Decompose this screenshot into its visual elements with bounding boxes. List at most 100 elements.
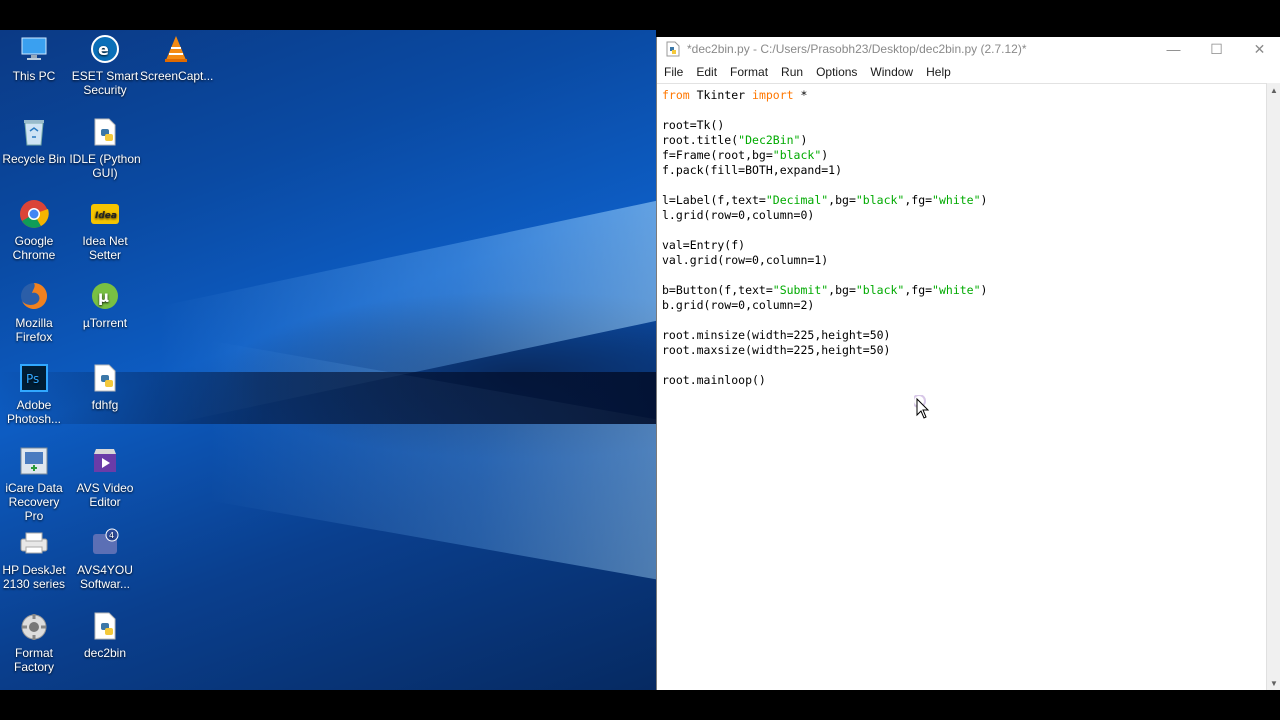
code-token: ) — [980, 283, 988, 297]
close-button[interactable]: ✕ — [1238, 37, 1280, 61]
code-line[interactable] — [662, 313, 1267, 328]
code-line[interactable] — [662, 223, 1267, 238]
code-token: Tkinter — [689, 88, 753, 102]
menu-edit[interactable]: Edit — [691, 65, 725, 79]
minimize-button[interactable]: — — [1152, 37, 1195, 61]
code-token: f=Frame(root,bg= — [662, 148, 773, 162]
code-line[interactable]: val.grid(row=0,column=1) — [662, 253, 1267, 268]
code-line[interactable]: val=Entry(f) — [662, 238, 1267, 253]
avs-video-icon — [88, 444, 122, 478]
code-string: "Dec2Bin" — [738, 133, 801, 147]
code-line[interactable]: b=Button(f,text="Submit",bg="black",fg="… — [662, 283, 1267, 298]
code-string: "black" — [855, 193, 905, 207]
desktop-icon-fdhfg[interactable]: fdhfg — [69, 361, 141, 412]
idle-editor-window[interactable]: *dec2bin.py - C:/Users/Prasobh23/Desktop… — [656, 37, 1280, 690]
scroll-up-icon[interactable]: ▲ — [1267, 83, 1280, 97]
menu-bar: File Edit Format Run Options Window Help — [657, 61, 1280, 83]
svg-text:Idea: Idea — [95, 211, 117, 221]
code-token: root.mainloop() — [662, 373, 766, 387]
avs4you-icon: 4 — [88, 526, 122, 560]
python-idle-icon — [88, 115, 122, 149]
svg-text:e: e — [98, 40, 109, 59]
eset-icon: e — [88, 32, 122, 66]
recycle-bin-icon — [17, 115, 51, 149]
scroll-down-icon[interactable]: ▼ — [1267, 676, 1280, 690]
code-string: "white" — [932, 193, 981, 207]
code-line[interactable]: root.mainloop() — [662, 373, 1267, 388]
desktop-icon-avs4you[interactable]: 4 AVS4YOU Softwar... — [69, 526, 141, 591]
desktop-icon-icare[interactable]: iCare Data Recovery Pro — [0, 444, 70, 523]
desktop-icon-chrome[interactable]: Google Chrome — [0, 197, 70, 262]
code-string: "white" — [932, 283, 981, 297]
code-token: val=Entry(f) — [662, 238, 746, 252]
desktop-icon-photoshop[interactable]: Ps Adobe Photosh... — [0, 361, 70, 426]
desktop-icon-dec2bin[interactable]: dec2bin — [69, 609, 141, 660]
code-line[interactable]: root=Tk() — [662, 118, 1267, 133]
title-bar[interactable]: *dec2bin.py - C:/Users/Prasobh23/Desktop… — [657, 37, 1280, 61]
code-token: root.maxsize(width=225,height=50) — [662, 343, 891, 357]
window-title: *dec2bin.py - C:/Users/Prasobh23/Desktop… — [687, 42, 1027, 56]
format-factory-icon — [17, 609, 51, 643]
code-line[interactable] — [662, 268, 1267, 283]
maximize-button[interactable]: ☐ — [1195, 37, 1238, 61]
code-token: ,fg= — [904, 193, 933, 207]
vertical-scrollbar[interactable]: ▲ ▼ — [1266, 83, 1280, 690]
desktop-icon-utorrent[interactable]: µ µTorrent — [69, 279, 141, 330]
chrome-icon — [17, 197, 51, 231]
desktop-icon-idle[interactable]: IDLE (Python GUI) — [69, 115, 141, 180]
code-line[interactable]: root.minsize(width=225,height=50) — [662, 328, 1267, 343]
code-text[interactable]: from Tkinter import * root=Tk() root.title… — [657, 84, 1267, 388]
desktop-icon-format-factory[interactable]: Format Factory — [0, 609, 70, 674]
menu-format[interactable]: Format — [725, 65, 776, 79]
code-token: root.minsize(width=225,height=50) — [662, 328, 891, 342]
code-line[interactable]: l.grid(row=0,column=0) — [662, 208, 1267, 223]
code-token: root.title( — [662, 133, 739, 147]
desktop-icon-avs-video[interactable]: AVS Video Editor — [69, 444, 141, 509]
photoshop-icon: Ps — [17, 361, 51, 395]
code-line[interactable]: from Tkinter import * — [662, 88, 1267, 103]
mouse-cursor-icon — [914, 395, 930, 419]
desktop-icon-recycle-bin[interactable]: Recycle Bin — [0, 115, 70, 166]
code-line[interactable]: f=Frame(root,bg="black") — [662, 148, 1267, 163]
printer-icon — [17, 526, 51, 560]
python-file-icon — [88, 361, 122, 395]
desktop-icon-this-pc[interactable]: This PC — [0, 32, 70, 83]
code-line[interactable]: l=Label(f,text="Decimal",bg="black",fg="… — [662, 193, 1267, 208]
idea-icon: Idea — [88, 197, 122, 231]
code-line[interactable]: b.grid(row=0,column=2) — [662, 298, 1267, 313]
menu-window[interactable]: Window — [865, 65, 921, 79]
menu-file[interactable]: File — [659, 65, 691, 79]
code-line[interactable] — [662, 103, 1267, 118]
code-line[interactable] — [662, 358, 1267, 373]
code-token: ,bg= — [828, 193, 856, 207]
menu-run[interactable]: Run — [776, 65, 811, 79]
svg-text:4: 4 — [109, 531, 114, 540]
code-string: "black" — [772, 148, 822, 162]
code-token: b=Button(f,text= — [662, 283, 773, 297]
code-string: "Submit" — [772, 283, 829, 297]
code-line[interactable]: root.maxsize(width=225,height=50) — [662, 343, 1267, 358]
desktop-icon-idea[interactable]: Idea Idea Net Setter — [69, 197, 141, 262]
code-line[interactable] — [662, 178, 1267, 193]
code-token: f.pack(fill=BOTH,expand=1) — [662, 163, 843, 177]
code-token: ,bg= — [828, 283, 856, 297]
code-string: "Decimal" — [765, 193, 829, 207]
desktop-icon-screencapture[interactable]: ScreenCapt... — [140, 32, 213, 83]
code-editor[interactable]: from Tkinter import * root=Tk() root.title… — [657, 83, 1267, 690]
code-token: root=Tk() — [662, 118, 725, 132]
desktop-icon-firefox[interactable]: Mozilla Firefox — [0, 279, 70, 344]
desktop[interactable]: This PC Recycle Bin Google Chrome Mozill… — [0, 30, 660, 690]
icare-icon — [17, 444, 51, 478]
menu-options[interactable]: Options — [811, 65, 865, 79]
menu-help[interactable]: Help — [921, 65, 959, 79]
code-line[interactable]: f.pack(fill=BOTH,expand=1) — [662, 163, 1267, 178]
code-token: l.grid(row=0,column=0) — [662, 208, 815, 222]
desktop-icon-eset[interactable]: e ESET Smart Security — [69, 32, 141, 97]
desktop-icon-printer[interactable]: HP DeskJet 2130 series — [0, 526, 70, 591]
code-string: "black" — [855, 283, 905, 297]
code-line[interactable]: root.title("Dec2Bin") — [662, 133, 1267, 148]
code-keyword: import — [752, 88, 794, 102]
vlc-icon — [159, 32, 193, 66]
python-file-icon — [666, 41, 680, 57]
code-token: val.grid(row=0,column=1) — [662, 253, 829, 267]
